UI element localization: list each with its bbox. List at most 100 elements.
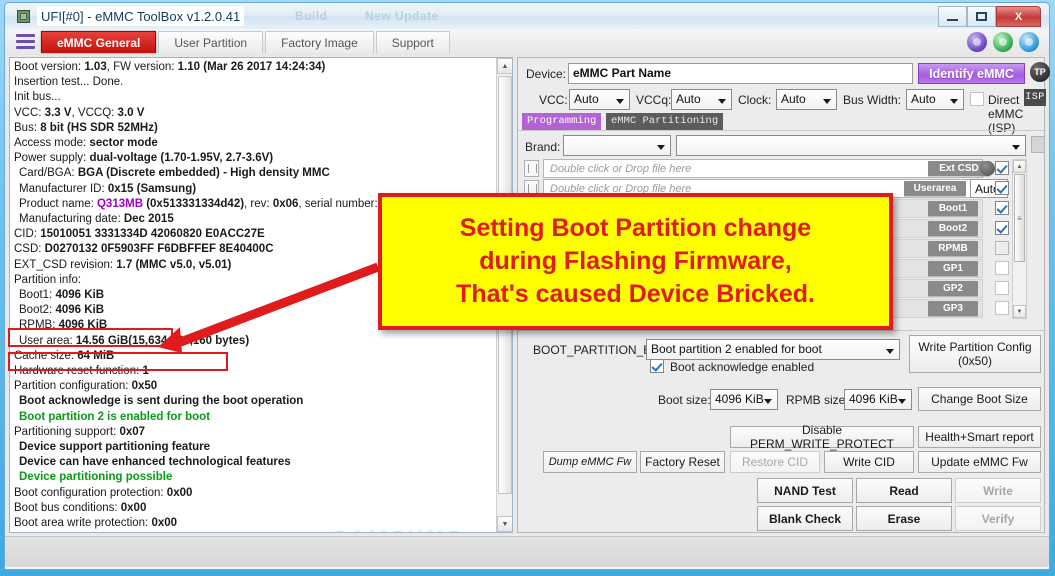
log-text: Boot acknowledge is sent during the boot… (19, 395, 304, 408)
log-text: (0x513331334d42) (143, 197, 245, 210)
partition-checkbox-rpmb[interactable] (995, 241, 1009, 255)
tab-user-partition[interactable]: User Partition (158, 31, 264, 53)
boot-acknowledge-checkbox[interactable] (650, 359, 664, 373)
log-line: Device can have enhanced technological f… (12, 455, 496, 470)
log-text: Partitioning support: (14, 425, 120, 438)
tp-badge-icon[interactable]: TP (1030, 62, 1050, 82)
boot-partition-en-select[interactable]: Boot partition 2 enabled for boot (646, 339, 900, 360)
minitab-emmc-partitioning[interactable]: eMMC Partitioning (606, 113, 724, 130)
change-boot-size-button[interactable]: Change Boot Size (918, 387, 1041, 411)
globe-icon[interactable] (967, 32, 987, 52)
partition-checkbox-ext-csd[interactable] (995, 161, 1009, 175)
log-text: Power-on write protection: (19, 532, 156, 533)
factory-reset-button[interactable]: Factory Reset (640, 451, 725, 473)
list-scroll-thumb[interactable]: ≡ (1014, 174, 1025, 262)
blank-check-button[interactable]: Blank Check (757, 506, 853, 531)
log-text: Boot bus conditions: (14, 501, 121, 514)
log-text: 4096 KiB (58, 319, 108, 332)
list-scroll-down-icon[interactable]: ▼ (1013, 305, 1026, 318)
brand-label: Brand: (525, 140, 561, 154)
model-select[interactable] (676, 135, 1026, 156)
settings-gear-icon[interactable] (1019, 32, 1039, 52)
refresh-icon[interactable] (993, 32, 1013, 52)
partition-checkbox-gp2[interactable] (995, 281, 1009, 295)
status-bar (5, 536, 1049, 567)
partition-tag-userarea[interactable]: Userarea (904, 181, 966, 196)
device-name-input[interactable]: eMMC Part Name (568, 63, 913, 84)
partition-tag-boot2[interactable]: Boot2 (928, 221, 978, 236)
boot-size-select[interactable]: 4096 KiB (710, 389, 778, 410)
partition-tag-gp1[interactable]: GP1 (928, 261, 978, 276)
hamburger-menu-icon[interactable] (16, 34, 35, 50)
partition-tag-boot1[interactable]: Boot1 (928, 201, 978, 216)
update-emmc-fw-button[interactable]: Update eMMC Fw (918, 451, 1041, 473)
list-scroll-up-icon[interactable]: ▲ (1013, 160, 1026, 173)
partition-checkbox-gp3[interactable] (995, 301, 1009, 315)
health-smart-report-button[interactable]: Health+Smart report (918, 426, 1041, 448)
partition-checkbox-userarea[interactable] (995, 181, 1009, 195)
tab-emmc-general[interactable]: eMMC General (41, 31, 157, 53)
partition-list-scrollbar[interactable]: ▲ ≡ ▼ (1012, 159, 1027, 319)
log-text: 0x07 (119, 425, 146, 438)
browse-folder-icon[interactable] (1031, 136, 1045, 153)
samsung-watermark: SAMSUNG (332, 526, 465, 532)
log-text: 64 MiB (77, 349, 115, 362)
write-cid-button[interactable]: Write CID (824, 451, 914, 473)
log-text: Q313MB (96, 197, 144, 210)
log-text: dual-voltage (1.70-1.95V, 2.7-3.6V) (89, 152, 274, 165)
identify-emmc-button[interactable]: Identify eMMC (918, 63, 1025, 84)
disable-perm-write-protect-button[interactable]: Disable PERM_WRITE_PROTECT (730, 423, 914, 451)
title-ghost-text-2: New Update (365, 9, 439, 23)
log-text: Bus: (14, 121, 41, 134)
minitab-programming[interactable]: Programming (522, 113, 602, 130)
clock-select[interactable]: Auto (776, 89, 837, 110)
main-tabs: eMMC General User Partition Factory Imag… (41, 31, 452, 53)
brand-select[interactable] (563, 135, 671, 156)
file-drop-field[interactable]: Double click or Drop file here (543, 159, 983, 178)
tab-support[interactable]: Support (375, 31, 450, 53)
minitab-divider (518, 130, 1046, 131)
app-icon (17, 10, 30, 23)
rpmb-size-select[interactable]: 4096 KiB (844, 389, 912, 410)
isp-badge-icon[interactable]: ISP (1024, 89, 1046, 106)
tab-factory-image[interactable]: Factory Image (265, 31, 374, 53)
vcc-select[interactable]: Auto (569, 89, 630, 110)
direct-emmc-isp-checkbox[interactable] (970, 92, 984, 106)
partition-checkbox-boot2[interactable] (995, 221, 1009, 235)
minimize-button[interactable] (938, 6, 967, 27)
partition-tag-gp2[interactable]: GP2 (928, 281, 978, 296)
log-text: Hardware reset function: (14, 365, 143, 378)
log-text: Manufacturing date: (19, 213, 124, 226)
log-text: Device can have enhanced technological f… (19, 456, 291, 469)
close-button[interactable]: X (996, 6, 1041, 27)
log-text: CID: (14, 228, 41, 241)
dump-emmc-fw-button[interactable]: Dump eMMC Fw (543, 451, 637, 473)
log-text: Insertion test... Done. (14, 76, 124, 89)
log-text: possible (156, 532, 203, 533)
log-text: 4096 KiB (55, 289, 105, 302)
maximize-button[interactable] (967, 6, 996, 27)
log-line: Power supply: dual-voltage (1.70-1.95V, … (12, 151, 496, 166)
scroll-down-icon[interactable]: ▼ (497, 516, 512, 532)
vccq-select[interactable]: Auto (671, 89, 732, 110)
maximize-icon (976, 12, 987, 21)
read-button[interactable]: Read (856, 478, 952, 503)
scroll-up-icon[interactable]: ▲ (497, 58, 512, 74)
write-partition-config-button[interactable]: Write Partition Config (0x50) (909, 335, 1041, 373)
file-icon[interactable] (524, 160, 539, 177)
bus-width-label: Bus Width: (843, 93, 902, 107)
ext-csd-gear-icon[interactable] (980, 161, 995, 176)
log-text: VCC: (14, 106, 45, 119)
erase-button[interactable]: Erase (856, 506, 952, 531)
bus-width-select[interactable]: Auto (906, 89, 964, 110)
vccq-label: VCCq: (636, 93, 672, 107)
partition-checkbox-gp1[interactable] (995, 261, 1009, 275)
log-text: Init bus... (14, 91, 61, 104)
partition-tag-rpmb[interactable]: RPMB (928, 241, 978, 256)
nand-test-button[interactable]: NAND Test (757, 478, 853, 503)
partition-tag-gp3[interactable]: GP3 (928, 301, 978, 316)
partition-checkbox-boot1[interactable] (995, 201, 1009, 215)
log-text: Device support partitioning feature (19, 441, 211, 454)
log-text: 0x50 (131, 380, 158, 393)
log-line: Insertion test... Done. (12, 75, 496, 90)
